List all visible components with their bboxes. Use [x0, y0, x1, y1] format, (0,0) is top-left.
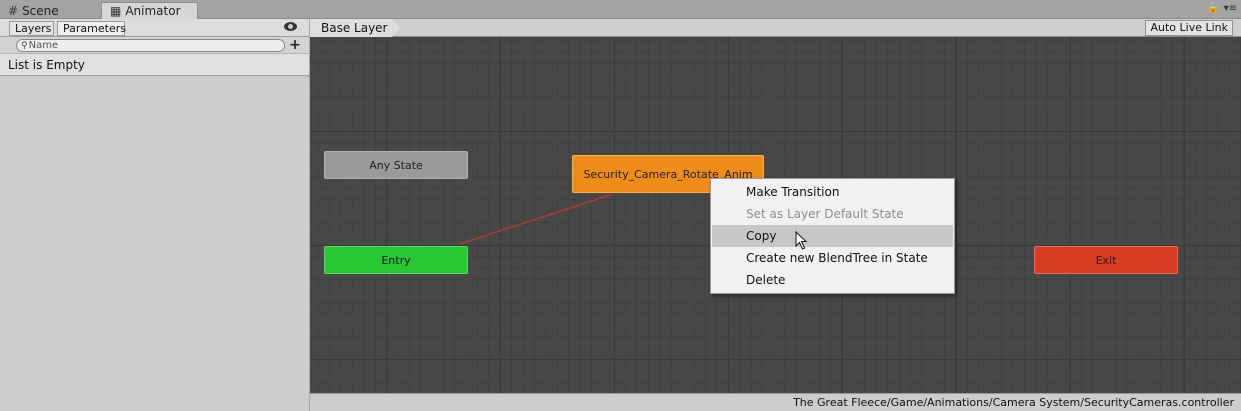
eye-icon[interactable]	[284, 22, 297, 31]
menu-item-make-transition[interactable]: Make Transition	[712, 181, 953, 203]
parameter-list: List is Empty	[0, 54, 309, 76]
parameters-panel: Layers Parameters ⚲ + List is Empty	[0, 19, 309, 411]
tab-scene-label: Scene	[22, 3, 59, 18]
auto-live-link-button[interactable]: Auto Live Link	[1145, 20, 1233, 36]
any-state-node[interactable]: Any State	[324, 151, 468, 179]
window-tab-bar: # Scene ▦ Animator 🔒 ▾≡	[0, 0, 1241, 19]
search-input[interactable]	[28, 40, 259, 51]
parameters-tab[interactable]: Parameters	[57, 21, 126, 36]
window-controls: 🔒 ▾≡	[1207, 3, 1237, 14]
graph-header: Base Layer Auto Live Link	[310, 19, 1241, 37]
menu-item-copy[interactable]: Copy	[712, 225, 953, 247]
layers-tab[interactable]: Layers	[9, 21, 54, 36]
controller-path: The Great Fleece/Game/Animations/Camera …	[793, 396, 1234, 409]
tab-animator[interactable]: ▦ Animator	[101, 2, 198, 19]
exit-node[interactable]: Exit	[1034, 246, 1178, 274]
search-icon: ⚲	[21, 40, 28, 51]
menu-icon[interactable]: ▾≡	[1224, 3, 1237, 14]
context-menu: Make Transition Set as Layer Default Sta…	[710, 178, 955, 294]
search-field[interactable]: ⚲	[16, 39, 285, 52]
panel-empty-area	[0, 77, 309, 411]
grid-icon: #	[8, 3, 19, 18]
animator-icon: ▦	[110, 4, 122, 18]
lock-icon[interactable]: 🔒	[1207, 3, 1219, 14]
menu-item-create-blendtree[interactable]: Create new BlendTree in State	[712, 247, 953, 269]
tab-scene[interactable]: # Scene	[0, 2, 98, 19]
list-empty-text: List is Empty	[8, 58, 85, 72]
status-bar: The Great Fleece/Game/Animations/Camera …	[310, 393, 1241, 411]
add-parameter-button[interactable]: +	[288, 37, 302, 53]
menu-item-set-default-state: Set as Layer Default State	[746, 207, 904, 221]
mouse-cursor-icon	[795, 231, 808, 250]
search-row: ⚲ +	[0, 37, 309, 54]
tab-animator-label: Animator	[125, 4, 181, 18]
breadcrumb[interactable]: Base Layer	[310, 19, 400, 37]
entry-node[interactable]: Entry	[324, 246, 468, 274]
menu-item-delete[interactable]: Delete	[712, 269, 953, 291]
panel-toolbar: Layers Parameters	[0, 19, 309, 37]
